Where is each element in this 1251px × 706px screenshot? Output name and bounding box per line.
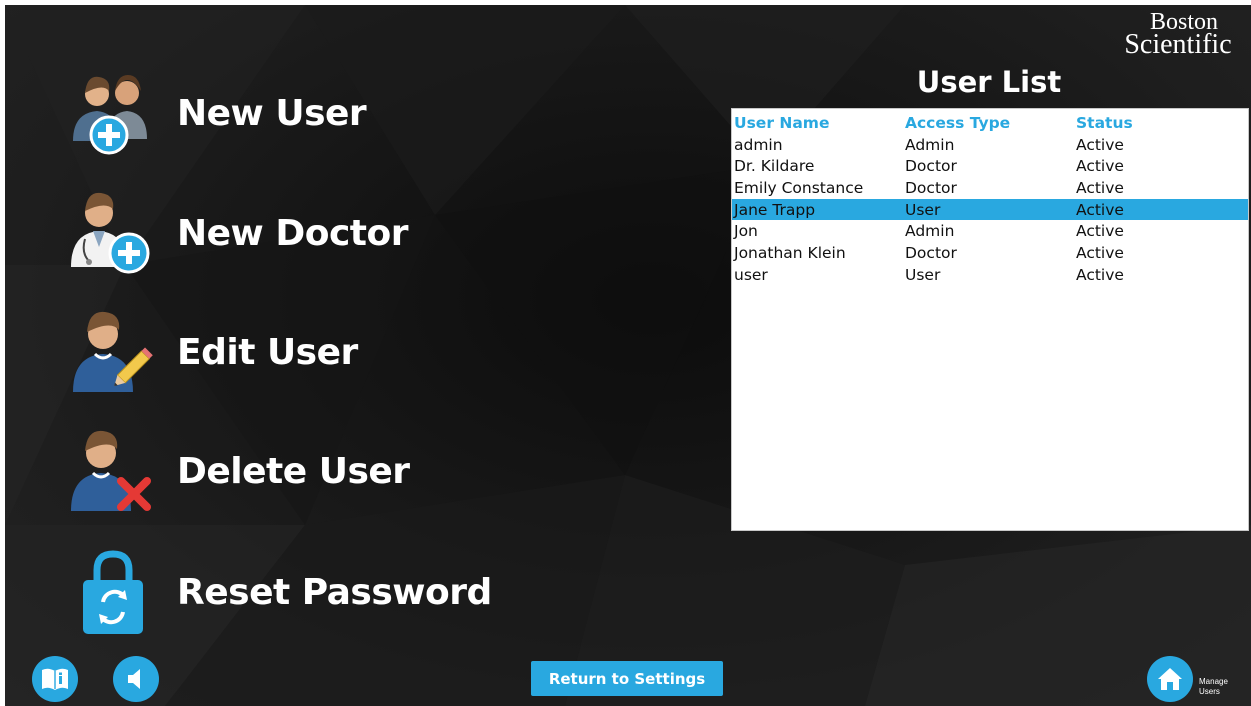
table-row[interactable]: Jon Admin Active [732,220,1248,242]
cell-status: Active [1076,243,1124,262]
user-list-table[interactable]: User Name Access Type Status admin Admin… [731,108,1249,531]
edit-user-button[interactable]: Edit User [67,302,547,402]
edit-user-icon [73,311,153,392]
column-header-status[interactable]: Status [1074,114,1244,132]
cell-user-name: Jane Trapp [734,200,816,219]
reset-password-icon [83,550,143,634]
home-caption-line2: Users [1199,687,1220,696]
cell-user-name: Dr. Kildare [734,157,815,176]
cell-user-name: Emily Constance [734,178,864,197]
table-row[interactable]: user User Active [732,264,1248,286]
new-doctor-icon [71,192,150,274]
user-list-title: User List [916,65,1062,99]
cell-access-type: Doctor [905,178,957,197]
column-header-user-name[interactable]: User Name [732,114,903,132]
reset-password-button[interactable]: Reset Password [67,542,547,642]
home-button[interactable] [1147,656,1193,702]
cell-access-type: User [905,265,941,284]
table-header: User Name Access Type Status [732,112,1248,134]
reset-password-label: Reset Password [177,571,492,613]
new-doctor-button[interactable]: New Doctor [67,183,547,283]
sound-button[interactable] [113,656,159,702]
speaker-icon [128,669,140,689]
table-row[interactable]: Dr. Kildare Doctor Active [732,155,1248,177]
cell-access-type: Doctor [905,157,957,176]
home-icon [1158,668,1182,690]
edit-user-label: Edit User [177,331,358,373]
cell-user-name: user [734,265,768,284]
return-to-settings-button[interactable]: Return to Settings [531,661,723,696]
home-caption-line1: Manage [1199,677,1228,686]
new-user-button[interactable]: New User [67,63,547,163]
new-user-label: New User [177,92,367,134]
new-doctor-label: New Doctor [177,212,409,254]
delete-user-label: Delete User [177,450,410,492]
info-guide-button[interactable] [32,656,78,702]
cell-user-name: Jonathan Klein [734,243,846,262]
book-info-icon [42,668,68,690]
cell-access-type: User [905,200,941,219]
cell-access-type: Admin [905,222,955,241]
column-header-access-type[interactable]: Access Type [903,114,1074,132]
cell-status: Active [1076,265,1124,284]
cell-status: Active [1076,178,1124,197]
cell-access-type: Doctor [905,243,957,262]
manage-users-screen: Boston Scientific New User New Doctor Ed… [5,5,1251,706]
delete-user-icon [71,430,151,511]
new-user-icon [73,75,147,155]
home-caption: Manage Users [1199,677,1228,697]
table-row[interactable]: Jonathan Klein Doctor Active [732,242,1248,264]
cell-user-name: admin [734,135,783,154]
cell-access-type: Admin [905,135,955,154]
table-row[interactable]: Emily Constance Doctor Active [732,177,1248,199]
logo-text-line2: Scientific [1124,29,1231,59]
table-row-selected[interactable]: Jane Trapp User Active [732,198,1248,221]
delete-user-button[interactable]: Delete User [67,421,547,521]
cell-status: Active [1076,222,1124,241]
cell-user-name: Jon [734,222,758,241]
table-row[interactable]: admin Admin Active [732,134,1248,156]
cell-status: Active [1076,157,1124,176]
boston-scientific-logo: Boston Scientific [1124,9,1231,59]
cell-status: Active [1076,200,1124,219]
cell-status: Active [1076,135,1124,154]
